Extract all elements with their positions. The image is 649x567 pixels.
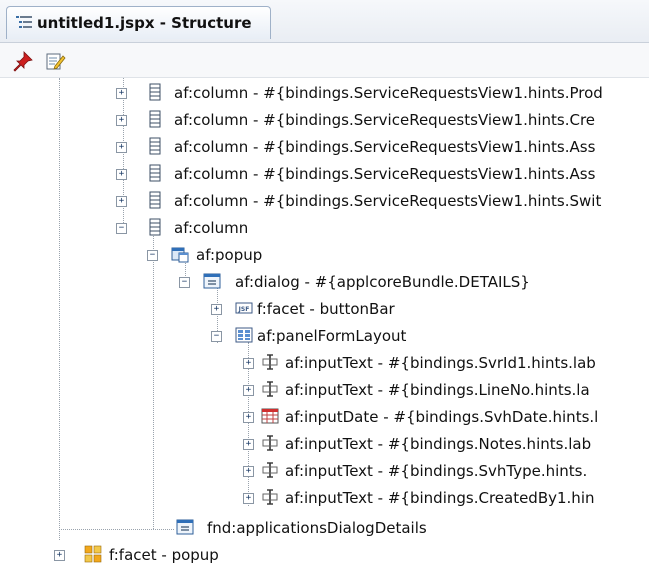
tree-node-label: af:inputText - #{bindings.SvhType.hints. bbox=[285, 462, 588, 480]
tree-node-facet-popup[interactable]: + f:facet - popup bbox=[54, 545, 649, 567]
tree-node-label: af:column bbox=[174, 219, 249, 237]
pin-icon[interactable] bbox=[12, 50, 34, 72]
collapse-toggle[interactable]: − bbox=[147, 250, 158, 261]
expand-toggle[interactable]: + bbox=[116, 196, 127, 207]
dialog-icon bbox=[176, 519, 194, 535]
title-bar: untitled1.jspx - Structure bbox=[0, 0, 649, 43]
tree-node-column-4[interactable]: + af:column - #{bindings.ServiceRequests… bbox=[116, 164, 649, 186]
jsf-facet-icon: JSF bbox=[235, 302, 253, 314]
tree-node-label: af:panelFormLayout bbox=[257, 327, 407, 345]
tree-node-label: af:inputText - #{bindings.SvrId1.hints.l… bbox=[285, 354, 596, 372]
column-icon bbox=[149, 218, 161, 236]
expand-toggle[interactable]: + bbox=[116, 115, 127, 126]
expand-toggle[interactable]: + bbox=[243, 412, 254, 423]
tab-title: untitled1.jspx - Structure bbox=[37, 14, 252, 32]
tree-node-label: fnd:applicationsDialogDetails bbox=[207, 519, 427, 537]
input-text-icon bbox=[262, 354, 278, 370]
tree-node-label: af:popup bbox=[196, 246, 263, 264]
tree-node-label: af:inputText - #{bindings.LineNo.hints.l… bbox=[285, 381, 590, 399]
panel-form-layout-icon bbox=[235, 327, 253, 343]
structure-tree: + af:column - #{bindings.ServiceRequests… bbox=[0, 78, 649, 567]
tree-node-label: af:inputText - #{bindings.Notes.hints.la… bbox=[285, 435, 592, 453]
svg-text:JSF: JSF bbox=[238, 306, 250, 313]
tree-guide-line bbox=[153, 233, 154, 529]
tree-node-column-1[interactable]: + af:column - #{bindings.ServiceRequests… bbox=[116, 83, 649, 105]
input-text-icon bbox=[262, 462, 278, 478]
tree-guide-line bbox=[59, 529, 174, 530]
column-icon bbox=[149, 137, 161, 155]
expand-toggle[interactable]: + bbox=[116, 88, 127, 99]
tree-node-panel-form-layout[interactable]: − af:panelFormLayout bbox=[211, 326, 649, 348]
tree-guide-line bbox=[59, 78, 60, 540]
structure-icon bbox=[16, 16, 32, 28]
tree-node-dialog[interactable]: − af:dialog - #{applcoreBundle.DETAILS} bbox=[179, 272, 649, 294]
facet-icon bbox=[84, 545, 102, 563]
tree-node-label: af:dialog - #{applcoreBundle.DETAILS} bbox=[235, 273, 530, 291]
tree-node-input-text-1[interactable]: + af:inputText - #{bindings.SvrId1.hints… bbox=[243, 353, 649, 375]
tree-node-label: af:column - #{bindings.ServiceRequestsVi… bbox=[174, 165, 596, 183]
tree-node-facet-buttonbar[interactable]: + JSF f:facet - buttonBar bbox=[211, 299, 649, 321]
expand-toggle[interactable]: + bbox=[211, 304, 222, 315]
tree-node-column-3[interactable]: + af:column - #{bindings.ServiceRequests… bbox=[116, 137, 649, 159]
structure-tab[interactable]: untitled1.jspx - Structure bbox=[6, 6, 271, 39]
tree-node-input-text-4[interactable]: + af:inputText - #{bindings.SvhType.hint… bbox=[243, 461, 649, 483]
column-icon bbox=[149, 164, 161, 182]
tree-node-label: af:column - #{bindings.ServiceRequestsVi… bbox=[174, 111, 596, 129]
expand-toggle[interactable]: + bbox=[243, 358, 254, 369]
tree-node-column-5[interactable]: + af:column - #{bindings.ServiceRequests… bbox=[116, 191, 649, 213]
tree-node-input-text-5[interactable]: + af:inputText - #{bindings.CreatedBy1.h… bbox=[243, 488, 649, 510]
expand-toggle[interactable]: + bbox=[243, 466, 254, 477]
tree-node-label: f:facet - buttonBar bbox=[257, 300, 395, 318]
column-icon bbox=[149, 191, 161, 209]
tree-node-label: f:facet - popup bbox=[109, 546, 219, 564]
input-text-icon bbox=[262, 381, 278, 397]
expand-toggle[interactable]: + bbox=[243, 385, 254, 396]
popup-icon bbox=[171, 247, 189, 263]
tree-node-input-text-2[interactable]: + af:inputText - #{bindings.LineNo.hints… bbox=[243, 380, 649, 402]
structure-toolbar bbox=[0, 43, 649, 78]
tree-node-popup[interactable]: − af:popup bbox=[147, 245, 649, 267]
expand-toggle[interactable]: + bbox=[116, 142, 127, 153]
tree-node-applications-dialog-details[interactable]: fnd:applicationsDialogDetails bbox=[174, 518, 649, 540]
expand-toggle[interactable]: + bbox=[116, 169, 127, 180]
tree-node-column-2[interactable]: + af:column - #{bindings.ServiceRequests… bbox=[116, 110, 649, 132]
tree-node-label: af:column - #{bindings.ServiceRequestsVi… bbox=[174, 138, 596, 156]
tree-node-label: af:column - #{bindings.ServiceRequestsVi… bbox=[174, 84, 603, 102]
collapse-toggle[interactable]: − bbox=[179, 277, 190, 288]
collapse-toggle[interactable]: − bbox=[211, 331, 222, 342]
expand-toggle[interactable]: + bbox=[243, 493, 254, 504]
tree-node-label: af:inputDate - #{bindings.SvhDate.hints.… bbox=[285, 408, 599, 426]
collapse-toggle[interactable]: − bbox=[116, 223, 127, 234]
edit-icon[interactable] bbox=[44, 50, 66, 72]
dialog-icon bbox=[203, 273, 221, 289]
column-icon bbox=[149, 110, 161, 128]
column-icon bbox=[149, 83, 161, 101]
input-text-icon bbox=[262, 435, 278, 451]
tree-node-input-date[interactable]: + af:inputDate - #{bindings.SvhDate.hint… bbox=[243, 407, 649, 429]
input-text-icon bbox=[262, 489, 278, 505]
tree-node-column-6[interactable]: − af:column bbox=[116, 218, 649, 240]
tree-node-label: af:column - #{bindings.ServiceRequestsVi… bbox=[174, 192, 602, 210]
expand-toggle[interactable]: + bbox=[243, 439, 254, 450]
input-date-icon bbox=[261, 408, 279, 424]
tree-node-input-text-3[interactable]: + af:inputText - #{bindings.Notes.hints.… bbox=[243, 434, 649, 456]
tree-node-label: af:inputText - #{bindings.CreatedBy1.hin bbox=[285, 489, 595, 507]
expand-toggle[interactable]: + bbox=[54, 550, 65, 561]
